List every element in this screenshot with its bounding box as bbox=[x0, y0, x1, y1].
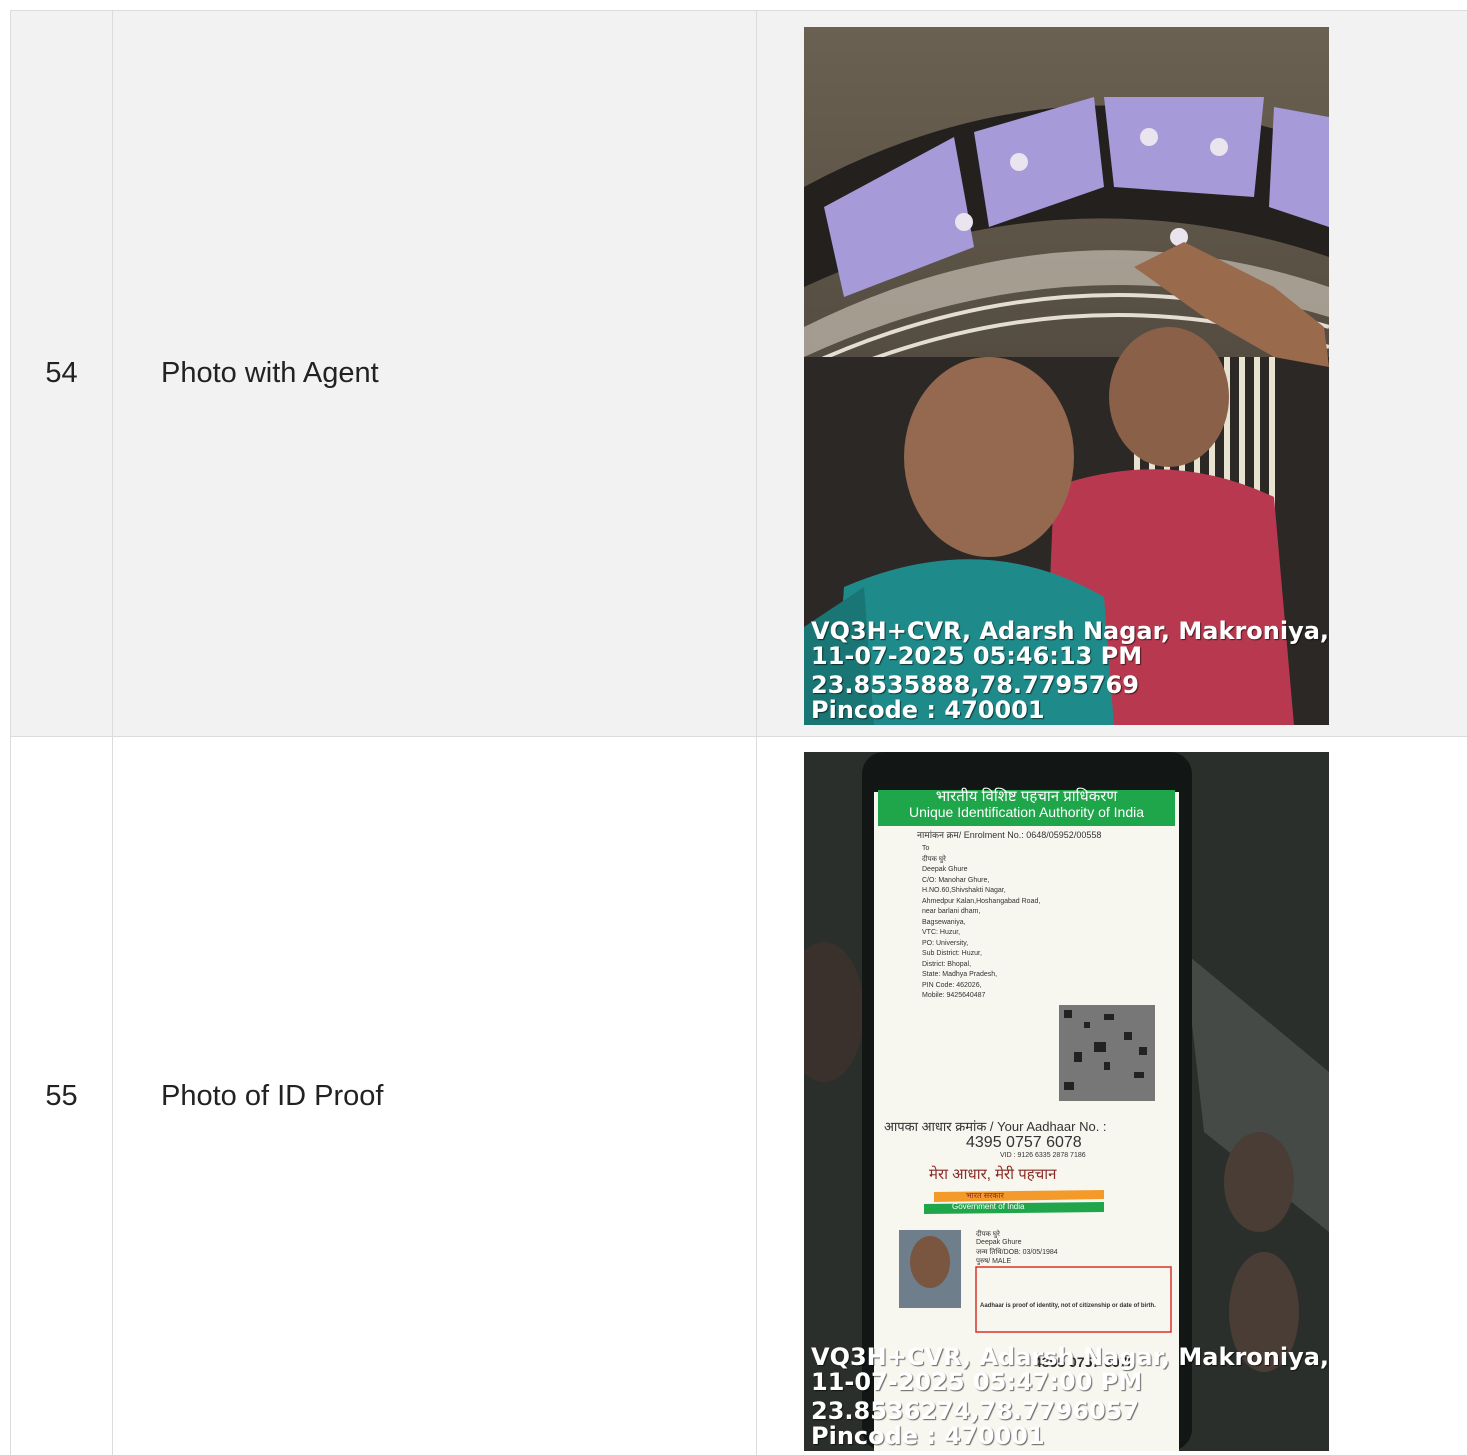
aadhaar-number: 4395 0757 6078 bbox=[966, 1134, 1082, 1151]
address-line: Bagsewaniya, bbox=[922, 918, 966, 926]
row-number: 54 bbox=[45, 357, 78, 389]
address-line: Sub District: Huzur, bbox=[922, 950, 982, 957]
id-proof-photo[interactable]: भारतीय विशिष्ट पहचान प्राधिकरण Unique Id… bbox=[804, 752, 1329, 1451]
photo-cell: भारतीय विशिष्ट पहचान प्राधिकरण Unique Id… bbox=[756, 737, 1467, 1455]
address-line: PIN Code: 462026, bbox=[922, 981, 982, 989]
your-aadhaar-label: आपका आधार क्रमांक / Your Aadhaar No. : bbox=[884, 1119, 1107, 1134]
address-line: Ahmedpur Kalan,Hoshangabad Road, bbox=[922, 897, 1041, 905]
table-row: 55 Photo of ID Proof भारतीय विशिष्ट पहचा… bbox=[10, 737, 1467, 1455]
geo-pincode: Pincode : 470001 bbox=[811, 696, 1045, 724]
enrolment-number: नामांकन क्रम/ Enrolment No.: 0648/05952/… bbox=[917, 830, 1102, 840]
address-line: Mobile: 9425640487 bbox=[922, 992, 986, 999]
aadhaar-slogan: मेरा आधार, मेरी पहचान bbox=[929, 1166, 1057, 1183]
proof-note: Aadhaar is proof of identity, not of cit… bbox=[980, 1303, 1156, 1309]
geo-pincode: Pincode : 470001 bbox=[811, 1422, 1045, 1450]
row-label-cell: Photo with Agent bbox=[112, 11, 756, 736]
address-line: C/O: Manohar Ghure, bbox=[922, 876, 990, 884]
holder-dob: जन्म तिथि/DOB: 03/05/1984 bbox=[976, 1249, 1058, 1256]
agent-photo[interactable]: VQ3H+CVR, Adarsh Nagar, Makroniya, Madh … bbox=[804, 27, 1329, 725]
address-line: State: Madhya Pradesh, bbox=[922, 971, 998, 978]
row-label-cell: Photo of ID Proof bbox=[112, 737, 756, 1455]
record-table: 54 Photo with Agent VQ3H+CVR, Adarsh Nag… bbox=[10, 10, 1467, 1455]
address-block: To दीपक घुरे Deepak Ghure C/O: Manohar G… bbox=[922, 844, 1040, 1002]
vid-number: VID : 9126 6335 2878 7186 bbox=[1000, 1152, 1086, 1159]
row-label: Photo with Agent bbox=[161, 357, 379, 389]
address-line: Deepak Ghure bbox=[922, 866, 968, 873]
geo-address: VQ3H+CVR, Adarsh Nagar, Makroniya, Madh bbox=[811, 617, 1329, 645]
geo-datetime: 11-07-2025 05:47:00 PM bbox=[811, 1368, 1143, 1396]
address-line: near barlani dham, bbox=[922, 908, 981, 915]
holder-name-english: Deepak Ghure bbox=[976, 1239, 1022, 1246]
gov-hindi: भारत सरकार bbox=[966, 1191, 1004, 1200]
address-line: H.NO.60,Shivshakti Nagar, bbox=[922, 887, 1006, 894]
row-number-cell: 54 bbox=[10, 11, 112, 736]
geo-stamp: VQ3H+CVR, Adarsh Nagar, Makroniya, Madh … bbox=[811, 619, 1329, 723]
geo-coordinates: 23.8535888,78.7795769 bbox=[811, 671, 1139, 699]
photo-cell: VQ3H+CVR, Adarsh Nagar, Makroniya, Madh … bbox=[756, 11, 1467, 736]
row-number: 55 bbox=[45, 1079, 78, 1112]
geo-address: VQ3H+CVR, Adarsh Nagar, Makroniya, Madh bbox=[811, 1343, 1329, 1371]
address-line: PO: University, bbox=[922, 939, 969, 947]
holder-gender: पुरुष/ MALE bbox=[976, 1258, 1012, 1265]
row-label: Photo of ID Proof bbox=[161, 1079, 384, 1112]
address-line: To bbox=[922, 845, 930, 852]
address-line: District: Bhopal, bbox=[922, 960, 972, 968]
geo-stamp: VQ3H+CVR, Adarsh Nagar, Makroniya, Madh … bbox=[811, 1345, 1329, 1449]
table-row: 54 Photo with Agent VQ3H+CVR, Adarsh Nag… bbox=[10, 11, 1467, 737]
uidai-header-english: Unique Identification Authority of India bbox=[908, 804, 1145, 820]
holder-name-hindi: दीपक घुरे bbox=[976, 1231, 1000, 1238]
row-number-cell: 55 bbox=[10, 737, 112, 1455]
gov-english: Government of India bbox=[952, 1202, 1025, 1211]
geo-coordinates: 23.8536274,78.7796057 bbox=[811, 1397, 1139, 1425]
address-line: VTC: Huzur, bbox=[922, 929, 961, 936]
geo-datetime: 11-07-2025 05:46:13 PM bbox=[811, 642, 1143, 670]
uidai-header-hindi: भारतीय विशिष्ट पहचान प्राधिकरण bbox=[935, 788, 1118, 805]
address-line: दीपक घुरे bbox=[922, 855, 946, 863]
